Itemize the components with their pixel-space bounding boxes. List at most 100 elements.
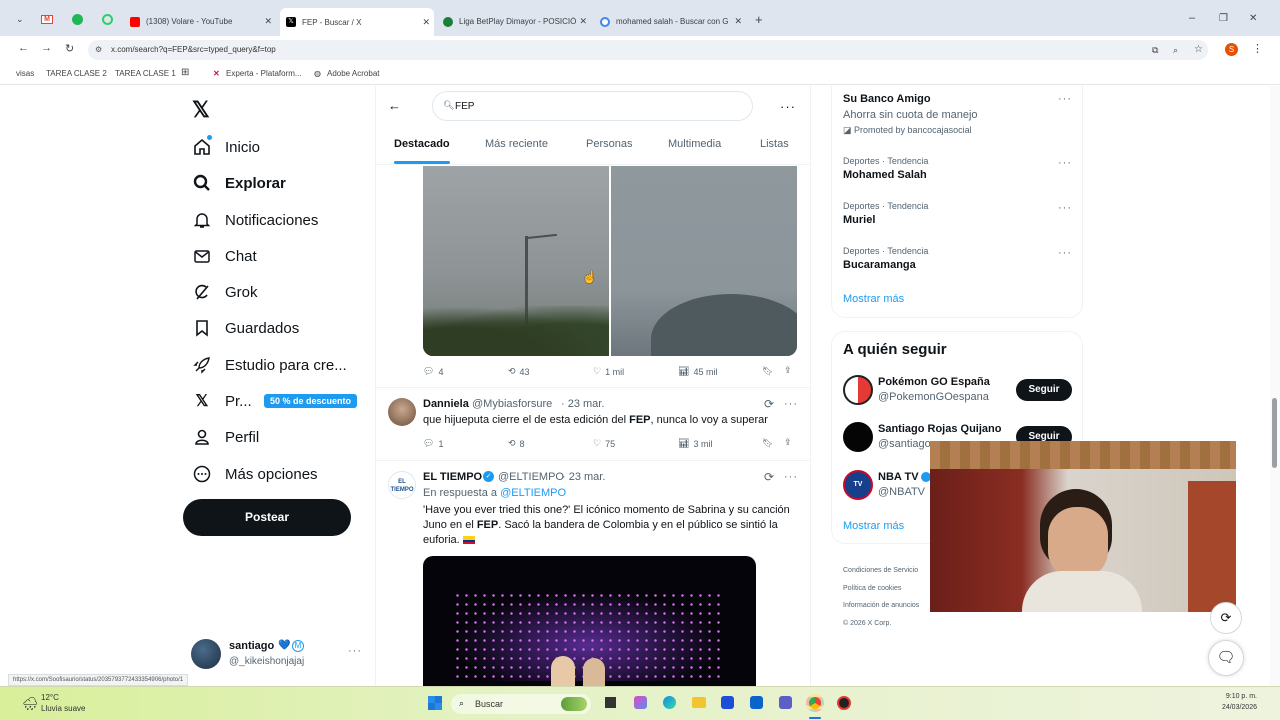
- apps-grid-icon[interactable]: ⊞: [181, 67, 189, 78]
- close-window-icon[interactable]: ✕: [1249, 13, 1257, 24]
- x-logo-icon[interactable]: 𝕏: [192, 97, 210, 123]
- show-more-follow-link[interactable]: Mostrar más: [843, 520, 904, 532]
- account-switcher[interactable]: santiago 💙 M @_kikeishonjajaj ···: [190, 637, 370, 673]
- footer-ads-info-link[interactable]: Información de anuncios: [843, 597, 919, 615]
- sidebar-item-mas-opciones[interactable]: Más opciones: [193, 465, 318, 483]
- like-button[interactable]: ♡ 75: [593, 438, 615, 449]
- reload-icon[interactable]: ↻: [65, 42, 74, 55]
- tweet-date[interactable]: · 23 mar.: [561, 398, 604, 410]
- reply-button[interactable]: 💬︎ 4: [423, 366, 443, 377]
- tweet-author-handle[interactable]: @Mybiasforsure: [472, 398, 552, 410]
- tab-liga-betplay[interactable]: Liga BetPlay Dimayor - POSICIÓ ✕: [437, 11, 591, 32]
- bookmark-button[interactable]: 🔖︎: [762, 438, 773, 449]
- spotify-pinned-icon[interactable]: [72, 14, 83, 25]
- back-arrow-icon[interactable]: ←: [388, 98, 401, 113]
- tab-close-icon[interactable]: ✕: [264, 16, 272, 27]
- bookmark-experta[interactable]: Experta - Plataform...: [226, 69, 302, 78]
- clock-date[interactable]: 24/03/2026: [1213, 704, 1257, 711]
- tab-mas-reciente[interactable]: Más reciente: [485, 138, 548, 150]
- follow-name[interactable]: Santiago Rojas Quijano: [878, 423, 1001, 435]
- tab-google-search[interactable]: mohamed salah - Buscar con G ✕: [594, 11, 746, 32]
- whatsapp-pinned-icon[interactable]: [102, 14, 113, 25]
- tab-search-chevron-icon[interactable]: ⌄: [16, 14, 24, 25]
- tweet-more-icon[interactable]: ···: [784, 398, 798, 410]
- views-button[interactable]: 📊︎ 3 mil: [678, 438, 712, 449]
- trend-more-icon[interactable]: ···: [1058, 247, 1072, 259]
- grok-explain-icon[interactable]: ⟳: [764, 397, 774, 411]
- bookmark-adobe-acrobat[interactable]: Adobe Acrobat: [327, 69, 379, 78]
- like-button[interactable]: ♡ 1 mil: [593, 366, 624, 377]
- minimize-icon[interactable]: –: [1189, 12, 1195, 24]
- follow-handle[interactable]: @santiago: [878, 438, 931, 450]
- tweet[interactable]: EL TIEMPO EL TIEMPO ✓ @ELTIEMPO · 23 mar…: [376, 461, 810, 686]
- messages-float-icon[interactable]: 🗨︎: [1208, 640, 1244, 676]
- sidebar-item-guardados[interactable]: Guardados: [193, 319, 299, 337]
- app-icon[interactable]: [837, 696, 851, 710]
- browser-menu-icon[interactable]: ⋮: [1252, 42, 1263, 55]
- windows-start-icon[interactable]: [428, 696, 442, 710]
- outlook-icon[interactable]: [750, 696, 763, 709]
- share-button[interactable]: ⇪: [784, 365, 792, 376]
- tab-x-search[interactable]: 𝕏 FEP - Buscar / X ✕: [280, 8, 434, 36]
- bookmark-button[interactable]: 🔖︎: [762, 366, 773, 377]
- tweet-photo-1[interactable]: [423, 166, 609, 356]
- trend-item[interactable]: Deportes · Tendencia Bucaramanga: [843, 246, 1073, 271]
- file-explorer-icon[interactable]: [692, 697, 706, 708]
- task-view-icon[interactable]: [605, 697, 616, 708]
- views-button[interactable]: 📊︎ 45 mil: [678, 366, 717, 377]
- chrome-icon[interactable]: [806, 694, 824, 712]
- tab-multimedia[interactable]: Multimedia: [668, 138, 721, 150]
- tweet-author-name[interactable]: EL TIEMPO: [423, 471, 482, 483]
- site-info-icon[interactable]: ⚙: [95, 40, 102, 60]
- trend-more-icon[interactable]: ···: [1058, 157, 1072, 169]
- tab-close-icon[interactable]: ✕: [422, 17, 430, 28]
- url-bar[interactable]: ⚙ x.com/search?q=FEP&src=typed_query&f=t…: [88, 40, 1208, 60]
- weather-temp[interactable]: 12°C: [41, 693, 59, 702]
- edge-icon[interactable]: [663, 696, 676, 709]
- sidebar-item-estudio[interactable]: Estudio para cre...: [193, 356, 347, 374]
- trend-more-icon[interactable]: ···: [1058, 202, 1072, 214]
- follow-handle[interactable]: @PokemonGOespana: [878, 391, 989, 403]
- scrollbar-thumb[interactable]: [1272, 398, 1277, 468]
- tweet-photo-2[interactable]: [611, 166, 797, 356]
- show-more-trends-link[interactable]: Mostrar más: [843, 293, 904, 305]
- bookmark-tarea-clase-2[interactable]: TAREA CLASE 2: [46, 69, 107, 78]
- trend-item[interactable]: Deportes · Tendencia Mohamed Salah: [843, 156, 1073, 181]
- account-more-icon[interactable]: ···: [348, 645, 362, 657]
- tweet[interactable]: Danniela @Mybiasforsure · 23 mar. ⟳ ··· …: [376, 388, 810, 459]
- retweet-button[interactable]: ⟲ 8: [508, 438, 525, 449]
- tweet-author-name[interactable]: Danniela: [423, 398, 469, 410]
- bookmark-star-icon[interactable]: ☆: [1194, 40, 1203, 60]
- copilot-icon[interactable]: [634, 696, 647, 709]
- sidebar-item-grok[interactable]: Grok: [193, 283, 258, 301]
- store-icon[interactable]: [721, 696, 734, 709]
- tweet-date[interactable]: · 23 mar.: [562, 471, 605, 483]
- tab-personas[interactable]: Personas: [586, 138, 632, 150]
- post-button[interactable]: Postear: [183, 499, 351, 536]
- weather-desc[interactable]: Lluvia suave: [41, 704, 85, 713]
- teams-icon[interactable]: [779, 696, 792, 709]
- reply-to-link[interactable]: @ELTIEMPO: [500, 487, 566, 499]
- grok-explain-icon[interactable]: ⟳: [764, 470, 774, 484]
- footer-cookies-link[interactable]: Política de cookies: [843, 580, 919, 598]
- search-more-icon[interactable]: ···: [780, 99, 796, 114]
- clock-time[interactable]: 9:10 p. m.: [1219, 693, 1257, 700]
- zoom-icon[interactable]: ⌕: [1173, 40, 1178, 60]
- follow-button[interactable]: Seguir: [1016, 379, 1072, 401]
- page-scrollbar[interactable]: [1270, 86, 1280, 686]
- profile-avatar[interactable]: S: [1225, 43, 1238, 56]
- promoted-ad[interactable]: Su Banco Amigo Ahorra sin cuota de manej…: [843, 93, 1073, 136]
- follow-handle[interactable]: @NBATV: [878, 486, 925, 498]
- new-tab-plus-icon[interactable]: +: [755, 12, 763, 27]
- share-button[interactable]: ⇪: [784, 437, 792, 448]
- sidebar-item-notificaciones[interactable]: Notificaciones: [193, 211, 318, 229]
- taskbar-search[interactable]: ⌕ Buscar: [451, 694, 591, 714]
- reply-button[interactable]: 💬︎ 1: [423, 438, 443, 449]
- sidebar-item-premium[interactable]: 𝕏 Pr...: [193, 392, 252, 411]
- sidebar-item-explorar[interactable]: Explorar: [193, 174, 286, 192]
- sidebar-item-inicio[interactable]: Inicio: [193, 135, 260, 156]
- tab-close-icon[interactable]: ✕: [579, 16, 587, 27]
- install-app-icon[interactable]: ⧉: [1152, 40, 1158, 60]
- bookmark-tarea-clase-1[interactable]: TAREA CLASE 1: [115, 69, 176, 78]
- tweet-more-icon[interactable]: ···: [784, 471, 798, 483]
